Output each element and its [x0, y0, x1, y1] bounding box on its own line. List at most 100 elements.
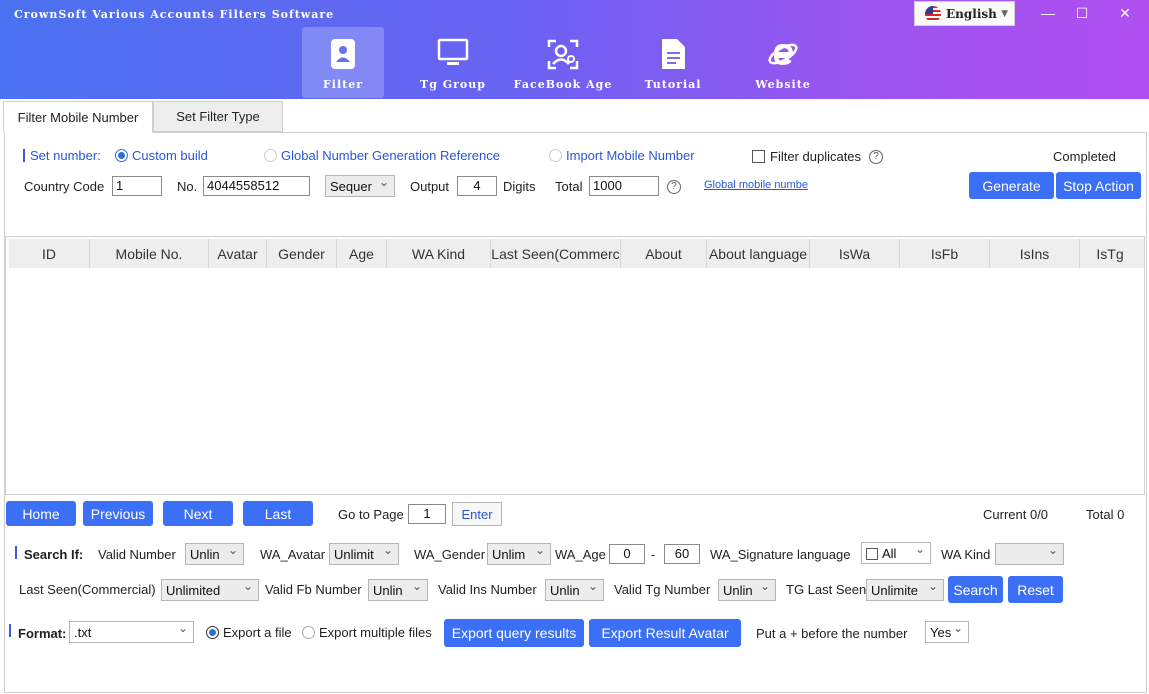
tg-last-seen-label: TG Last Seen	[786, 582, 867, 597]
last-seen-select[interactable]: Unlimited	[161, 579, 259, 601]
valid-fb-label: Valid Fb Number	[265, 582, 362, 597]
enter-button[interactable]: Enter	[452, 502, 502, 526]
table-header: ID Mobile No. Avatar Gender Age WA Kind …	[9, 239, 1144, 268]
page-input[interactable]: 1	[408, 504, 446, 524]
wa-gender-label: WA_Gender	[414, 547, 486, 562]
column-header[interactable]: Gender	[267, 239, 337, 268]
plus-prefix-label: Put a + before the number	[756, 626, 908, 641]
radio-export-a-file[interactable]: Export a file	[206, 625, 292, 640]
plus-prefix-select[interactable]: Yes	[925, 621, 969, 643]
language-label: English	[946, 6, 997, 21]
column-header[interactable]: Age	[337, 239, 387, 268]
valid-ins-label: Valid Ins Number	[438, 582, 537, 597]
section-marker	[23, 149, 25, 162]
wa-age-label: WA_Age	[555, 547, 606, 562]
app-title: CrownSoft Various Accounts Filters Softw…	[14, 8, 335, 21]
column-header[interactable]: ID	[9, 239, 90, 268]
last-button[interactable]: Last	[243, 501, 313, 526]
global-mobile-link[interactable]: Global mobile numbe	[704, 179, 808, 191]
stop-action-button[interactable]: Stop Action	[1056, 172, 1141, 199]
column-header[interactable]: About	[621, 239, 707, 268]
document-icon	[662, 39, 685, 69]
search-if-label: Search If:	[24, 547, 84, 562]
next-button[interactable]: Next	[163, 501, 233, 526]
column-header[interactable]: WA Kind	[387, 239, 491, 268]
column-header[interactable]: About language	[707, 239, 810, 268]
nav-filter[interactable]: Filter	[302, 27, 384, 98]
column-header[interactable]: Last Seen(Commerc	[491, 239, 621, 268]
age-to-input[interactable]: 60	[664, 544, 700, 564]
column-header[interactable]: IsWa	[810, 239, 900, 268]
wa-kind-label: WA Kind	[941, 547, 991, 562]
monitor-icon	[437, 38, 469, 65]
column-header[interactable]: Mobile No.	[90, 239, 209, 268]
internet-explorer-icon	[768, 43, 798, 66]
valid-tg-label: Valid Tg Number	[614, 582, 711, 597]
radio-label: Export a file	[223, 625, 292, 640]
nav-facebook-age[interactable]: FaceBook Age	[514, 27, 611, 98]
radio-label: Global Number Generation Reference	[281, 148, 500, 163]
wa-signature-language-select[interactable]: All	[861, 542, 931, 564]
title-bar: CrownSoft Various Accounts Filters Softw…	[0, 0, 1149, 99]
output-label: Output	[410, 179, 450, 194]
search-button[interactable]: Search	[948, 576, 1003, 603]
radio-export-multiple[interactable]: Export multiple files	[302, 625, 432, 640]
home-button[interactable]: Home	[6, 501, 76, 526]
output-digits-input[interactable]: 4	[457, 176, 497, 196]
results-table[interactable]: ID Mobile No. Avatar Gender Age WA Kind …	[5, 236, 1145, 495]
close-button[interactable]: ✕	[1103, 2, 1147, 24]
tg-last-seen-select[interactable]: Unlimite	[866, 579, 944, 601]
generate-button[interactable]: Generate	[969, 172, 1054, 199]
tab-filter-mobile-number[interactable]: Filter Mobile Number	[3, 101, 153, 133]
wa-avatar-label: WA_Avatar	[260, 547, 326, 562]
section-marker	[9, 624, 11, 637]
wa-gender-select[interactable]: Unlim	[487, 543, 551, 565]
total-input[interactable]: 1000	[589, 176, 659, 196]
wa-avatar-select[interactable]: Unlimit	[329, 543, 399, 565]
column-header[interactable]: IsTg	[1080, 239, 1140, 268]
start-number-input[interactable]: 4044558512	[203, 176, 310, 196]
column-header[interactable]: IsFb	[900, 239, 990, 268]
wa-kind-select[interactable]	[995, 543, 1064, 565]
last-seen-label: Last Seen(Commercial)	[19, 582, 156, 597]
export-result-avatar-button[interactable]: Export Result Avatar	[589, 619, 741, 647]
nav-label: Tg Group	[420, 78, 486, 91]
us-flag-icon	[925, 5, 941, 22]
valid-ins-select[interactable]: Unlin	[545, 579, 604, 601]
radio-icon	[115, 149, 128, 162]
nav-website[interactable]: Website	[742, 27, 824, 98]
column-header[interactable]: IsIns	[990, 239, 1080, 268]
column-header[interactable]: Avatar	[209, 239, 267, 268]
radio-icon	[264, 149, 277, 162]
valid-fb-select[interactable]: Unlin	[368, 579, 428, 601]
radio-import-mobile[interactable]: Import Mobile Number	[549, 148, 695, 163]
total-help-icon[interactable]: ?	[667, 177, 681, 194]
format-select[interactable]: .txt	[69, 621, 194, 643]
valid-number-select[interactable]: Unlin	[185, 543, 244, 565]
radio-label: Export multiple files	[319, 625, 432, 640]
valid-tg-select[interactable]: Unlin	[718, 579, 776, 601]
nav-label: Tutorial	[644, 78, 702, 91]
tab-set-filter-type[interactable]: Set Filter Type	[153, 101, 283, 132]
reset-button[interactable]: Reset	[1008, 576, 1063, 603]
total-count-text: Total 0	[1086, 507, 1125, 522]
radio-custom-build[interactable]: Custom build	[115, 148, 208, 163]
age-from-input[interactable]: 0	[609, 544, 645, 564]
radio-icon	[549, 149, 562, 162]
order-select[interactable]: Sequer	[325, 175, 395, 197]
maximize-button[interactable]: ☐	[1060, 2, 1104, 24]
filter-duplicates-checkbox[interactable]: Filter duplicates	[752, 149, 861, 164]
nav-tg-group[interactable]: Tg Group	[412, 27, 494, 98]
country-code-input[interactable]: 1	[112, 176, 162, 196]
language-select[interactable]: English ▼	[914, 1, 1015, 26]
contact-book-icon	[331, 39, 355, 69]
help-icon[interactable]: ?	[869, 147, 883, 164]
radio-global-reference[interactable]: Global Number Generation Reference	[264, 148, 500, 163]
checkbox-icon	[752, 150, 765, 163]
radio-label: Custom build	[132, 148, 208, 163]
nav-tutorial[interactable]: Tutorial	[632, 27, 714, 98]
nav-label: Filter	[322, 78, 364, 91]
export-query-results-button[interactable]: Export query results	[444, 619, 584, 647]
nav-label: Website	[755, 78, 811, 91]
previous-button[interactable]: Previous	[83, 501, 153, 526]
